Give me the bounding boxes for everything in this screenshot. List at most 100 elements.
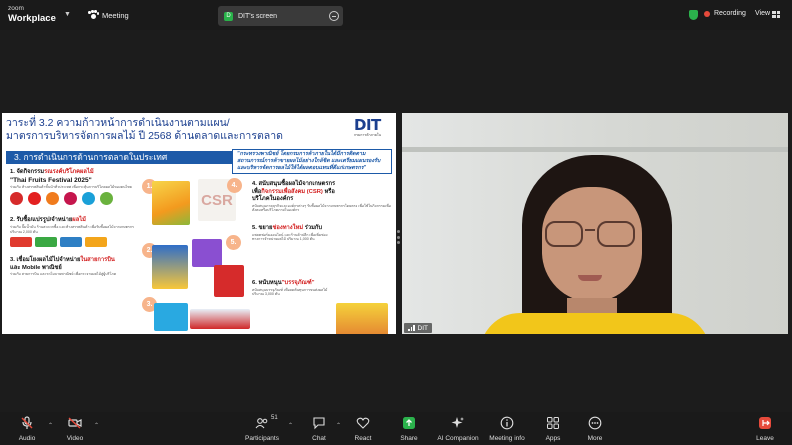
video-button[interactable]: Video	[48, 416, 102, 442]
item6-heading: 6. หนับหนุน"บรรจุภัณฑ์"	[252, 280, 392, 288]
item5-heading: 5. ขยายช่องทางใหม่ ร่วมกับ	[252, 225, 392, 233]
item3-head: 3. เชื่อมโยงผลไม้ไปจำหน่าย	[10, 257, 81, 264]
partner-logos	[10, 192, 140, 206]
item4-heading2: เพื่อกิจกรรมเพื่อสังคม (CSR) หรือ	[252, 189, 392, 197]
recording-indicator[interactable]: Recording	[704, 10, 746, 17]
quote-box: "กระทรวงพาณิชย์ โดยกรมการค้าภายในได้มีกา…	[232, 149, 392, 174]
view-button[interactable]: View	[755, 10, 770, 17]
item1-head-red: รณรงค์บริโภคผลไม้	[44, 169, 94, 175]
glasses-bridge	[585, 229, 595, 231]
chevron-up-icon[interactable]: ⌃	[94, 422, 99, 429]
partner-logo	[82, 192, 95, 206]
ai-companion-label: AI Companion	[437, 435, 479, 442]
item4-heading3: บริโภคในองค์กร	[252, 196, 294, 202]
audio-button[interactable]: Audio	[0, 416, 54, 442]
more-icon	[588, 416, 602, 430]
share-button[interactable]: Share	[382, 416, 436, 442]
slide-title: วาระที่ 3.2 ความก้าวหน้าการดำเนินงานตามแ…	[6, 117, 283, 143]
partner-logo	[46, 192, 59, 206]
glasses-right	[597, 221, 635, 247]
shield-icon[interactable]	[689, 10, 698, 20]
participants-count: 51	[271, 415, 278, 421]
grid-icon[interactable]	[772, 11, 780, 18]
chevron-down-icon[interactable]: ▼	[64, 11, 71, 18]
video-window-band	[402, 147, 788, 152]
participants-button[interactable]: Participants	[235, 416, 289, 442]
share-label: Share	[400, 435, 418, 442]
item5-head-tail: ร่วมกับ	[303, 225, 323, 232]
partner-logo	[100, 192, 113, 206]
leave-button[interactable]: Leave	[738, 416, 792, 442]
station-logo	[10, 237, 32, 248]
apps-icon	[547, 417, 559, 429]
partner-logo	[64, 192, 77, 206]
mobile-truck-image	[154, 303, 188, 331]
online-platform-image	[192, 239, 222, 267]
slide-title-line2: มาตรการบริหารจัดการผลไม้ ปี 2568 ด้านตลา…	[6, 130, 283, 142]
participant-name: DIT	[417, 324, 428, 332]
video-person-shirt	[480, 313, 710, 334]
item5-head-red: ช่องทางใหม่	[272, 225, 304, 232]
react-label: React	[354, 435, 372, 442]
sparkle-icon	[451, 417, 464, 428]
item1-festival: "Thai Fruits Festival 2025"	[10, 176, 92, 184]
station-logo	[85, 237, 107, 248]
item5-desc: แพลตฟอร์มออนไลน์ และร้านค้าปลีก เพื่อเพิ…	[252, 232, 328, 242]
item4-head2-tail: หรือ	[322, 188, 335, 195]
video-person-mouth	[578, 275, 602, 281]
slide-column-right: 4. สนับสนุนซื้อผลไม้จากเกษตรกร เพื่อกิจก…	[252, 181, 392, 334]
station-logo	[60, 237, 82, 248]
station-logo	[35, 237, 57, 248]
microphone-muted-icon	[21, 416, 33, 429]
meeting-menu[interactable]: Meeting	[88, 10, 129, 20]
screen-label: DIT's screen	[238, 12, 278, 20]
participants-label: Participants	[245, 435, 279, 442]
item5-head: 5. ขยาย	[252, 225, 273, 232]
item1-heading: 1. จัดกิจกรรมรณรงค์บริโภคผลไม้	[10, 169, 140, 177]
item4-desc: สนับสนุนภาคธุรกิจและองค์กรต่างๆ รับซื้อผ…	[252, 203, 391, 213]
split-resize-handle[interactable]	[397, 230, 400, 244]
airplane-image	[190, 309, 250, 329]
participant-name-tag: DIT	[404, 323, 432, 333]
chat-icon	[313, 417, 325, 430]
recording-label: Recording	[714, 10, 746, 17]
paw-icon	[88, 10, 99, 20]
slide-title-line1: วาระที่ 3.2 ความก้าวหน้าการดำเนินงานตามแ…	[6, 117, 230, 129]
people-icon	[255, 418, 268, 429]
glasses-left	[545, 221, 583, 247]
zoom-workplace-logo[interactable]: zoom Workplace	[8, 5, 56, 24]
top-bar: zoom Workplace ▼ Meeting D DIT's screen …	[0, 0, 792, 30]
ai-companion-button[interactable]: AI Companion	[431, 416, 485, 442]
partner-logo	[28, 192, 41, 206]
screen-badge: D	[224, 11, 233, 21]
station-logos	[10, 237, 140, 248]
recording-dot-icon	[704, 10, 710, 17]
signal-bars-icon	[408, 325, 415, 331]
info-icon	[500, 416, 514, 430]
heart-icon	[356, 417, 370, 429]
item4-heading: 4. สนับสนุนซื้อผลไม้จากเกษตรกร	[252, 181, 336, 187]
item6-desc: สนับสนุนบรรจุภัณฑ์ เพื่อลดต้นทุนการขนส่ง…	[252, 287, 328, 297]
item6-head: 6. หนับหนุน	[252, 280, 282, 287]
share-screen-icon	[403, 417, 415, 429]
apps-label: Apps	[545, 435, 561, 442]
minus-circle-icon[interactable]	[329, 11, 339, 21]
number-badge: 5.	[226, 235, 241, 250]
logo-line2: Workplace	[8, 12, 56, 24]
item6-head-red: "บรรจุภัณฑ์"	[281, 280, 315, 287]
item4-head2: เพื่อ	[252, 188, 262, 195]
item2-heading: 2. รับซื้อ/แปรรูป/จำหน่ายผลไม้	[10, 217, 140, 225]
airline-image	[214, 265, 244, 297]
audio-label: Audio	[18, 435, 36, 442]
meeting-info-label: Meeting info	[489, 435, 525, 442]
slide-column-images: 1. CSR 4. 2. 5. 3.	[140, 173, 250, 333]
shared-slide: วาระที่ 3.2 ความก้าวหน้าการดำเนินงานตามแ…	[2, 113, 396, 334]
more-label: More	[587, 435, 603, 442]
item3-head-red: ในสายการบิน	[80, 257, 115, 264]
shared-screen-indicator[interactable]: D DIT's screen	[218, 6, 343, 26]
item4-head2-red: กิจกรรมเพื่อสังคม (CSR)	[261, 188, 323, 195]
more-button[interactable]: More	[568, 416, 622, 442]
participant-video[interactable]	[402, 113, 788, 334]
section-heading: 3. การดำเนินการด้านการตลาดในประเทศ	[6, 151, 234, 164]
item1-desc: ร่วมกับ ห้างสรรพสินค้าชั้นนำทั่วประเทศ เ…	[10, 184, 132, 189]
